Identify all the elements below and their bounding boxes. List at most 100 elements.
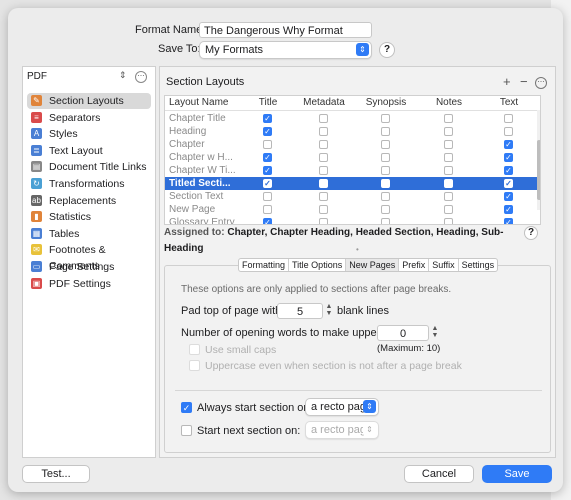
table-checkbox[interactable] [444, 153, 453, 162]
table-row[interactable]: Glossary Entry ✓ ✓ [165, 216, 540, 224]
table-row[interactable]: Titled Secti... ✓ ✓ [165, 177, 540, 190]
sidebar-item[interactable]: ▭ Page Settings [27, 259, 151, 275]
column-header[interactable]: Text [481, 96, 537, 110]
table-checkbox[interactable] [319, 192, 328, 201]
sidebar-item[interactable]: ✎ Section Layouts [27, 93, 151, 109]
table-checkbox[interactable] [504, 114, 513, 123]
table-checkbox[interactable] [381, 192, 390, 201]
cancel-button[interactable]: Cancel [404, 465, 474, 483]
table-checkbox[interactable] [381, 205, 390, 214]
sidebar-item[interactable]: ab Replacements [27, 193, 151, 209]
column-header[interactable]: Layout Name [169, 96, 239, 110]
table-checkbox[interactable] [381, 179, 390, 188]
table-checkbox[interactable]: ✓ [504, 140, 513, 149]
help-button[interactable]: ? [379, 42, 395, 58]
column-header[interactable]: Notes [420, 96, 478, 110]
sidebar-item[interactable]: ▤ Document Title Links [27, 159, 151, 175]
sidebar-item[interactable]: A Styles [27, 126, 151, 142]
table-checkbox[interactable] [319, 127, 328, 136]
uppercase-even-checkbox[interactable] [189, 360, 200, 371]
sidebar-item[interactable]: ≡ Separators [27, 110, 151, 126]
table-checkbox[interactable] [444, 140, 453, 149]
table-row[interactable]: Chapter w H... ✓ ✓ [165, 151, 540, 164]
opening-words-field[interactable]: 0 [377, 325, 429, 341]
assigned-help-button[interactable]: ? [524, 226, 538, 240]
table-checkbox[interactable] [319, 140, 328, 149]
sidebar-item[interactable]: ✉ Footnotes & Comments [27, 242, 151, 272]
table-checkbox[interactable]: ✓ [504, 153, 513, 162]
table-checkbox[interactable] [319, 114, 328, 123]
table-checkbox[interactable]: ✓ [504, 218, 513, 224]
table-checkbox[interactable] [444, 179, 453, 188]
table-checkbox[interactable]: ✓ [263, 179, 272, 188]
save-button[interactable]: Save [482, 465, 552, 483]
table-checkbox[interactable] [319, 218, 328, 224]
table-scrollbar-thumb[interactable] [537, 140, 540, 200]
table-checkbox[interactable]: ✓ [263, 153, 272, 162]
start-next-checkbox[interactable] [181, 425, 192, 436]
format-name-field[interactable]: The Dangerous Why Format [199, 22, 372, 38]
column-header[interactable]: Metadata [295, 96, 353, 110]
column-header[interactable]: Title [243, 96, 293, 110]
test-button[interactable]: Test... [22, 465, 90, 483]
table-checkbox[interactable] [319, 205, 328, 214]
opening-words-stepper[interactable]: ▲ ▼ [431, 325, 439, 339]
tab[interactable]: Settings [459, 259, 498, 271]
table-checkbox[interactable]: ✓ [263, 114, 272, 123]
split-handle[interactable]: • [356, 245, 359, 254]
table-checkbox[interactable]: ✓ [504, 205, 513, 214]
table-checkbox[interactable] [381, 114, 390, 123]
table-checkbox[interactable] [381, 127, 390, 136]
save-to-popup[interactable]: My Formats ⇕ [199, 41, 372, 59]
table-row[interactable]: Chapter W Ti... ✓ ✓ [165, 164, 540, 177]
pad-field[interactable]: 5 [277, 303, 323, 319]
table-checkbox[interactable] [319, 166, 328, 175]
table-row[interactable]: Chapter Title ✓ [165, 112, 540, 125]
tab[interactable]: Formatting [239, 259, 290, 271]
table-checkbox[interactable] [444, 192, 453, 201]
table-checkbox[interactable] [381, 140, 390, 149]
table-checkbox[interactable] [319, 179, 328, 188]
column-header[interactable]: Synopsis [355, 96, 417, 110]
start-next-popup[interactable]: a recto page ⇕ [305, 421, 379, 439]
tab[interactable]: Prefix [399, 259, 430, 271]
table-checkbox[interactable] [444, 127, 453, 136]
table-checkbox[interactable]: ✓ [263, 166, 272, 175]
sidebar-item[interactable]: ▦ Tables [27, 226, 151, 242]
table-checkbox[interactable] [444, 114, 453, 123]
add-icon[interactable]: + [503, 74, 511, 89]
table-checkbox[interactable] [381, 218, 390, 224]
sidebar-item[interactable]: ▮ Statistics [27, 209, 151, 225]
table-row[interactable]: Chapter ✓ [165, 138, 540, 151]
small-caps-checkbox[interactable] [189, 344, 200, 355]
table-row[interactable]: Section Text ✓ [165, 190, 540, 203]
tab[interactable]: New Pages [346, 259, 400, 271]
more-options-icon[interactable]: ⋯ [535, 77, 547, 89]
table-checkbox[interactable]: ✓ [504, 192, 513, 201]
remove-icon[interactable]: − [520, 74, 528, 89]
sidebar-filter[interactable]: PDF ⇕ ⋯ [27, 70, 151, 85]
table-checkbox[interactable] [263, 192, 272, 201]
table-checkbox[interactable] [319, 153, 328, 162]
table-checkbox[interactable] [444, 218, 453, 224]
tab[interactable]: Title Options [289, 259, 347, 271]
table-checkbox[interactable] [381, 166, 390, 175]
table-checkbox[interactable] [444, 205, 453, 214]
table-checkbox[interactable]: ✓ [263, 127, 272, 136]
always-start-popup[interactable]: a recto page ⇕ [305, 398, 379, 416]
table-checkbox[interactable] [444, 166, 453, 175]
table-checkbox[interactable] [381, 153, 390, 162]
table-row[interactable]: New Page ✓ [165, 203, 540, 216]
table-checkbox[interactable]: ✓ [504, 179, 513, 188]
more-options-icon[interactable]: ⋯ [135, 71, 147, 83]
tab[interactable]: Suffix [429, 259, 459, 271]
sidebar-item[interactable]: ▣ PDF Settings [27, 276, 151, 292]
sidebar-item[interactable]: ↻ Transformations [27, 176, 151, 192]
always-start-checkbox[interactable]: ✓ [181, 402, 192, 413]
sidebar-item[interactable]: ≣ Text Layout [27, 143, 151, 159]
table-checkbox[interactable] [263, 205, 272, 214]
table-checkbox[interactable]: ✓ [504, 166, 513, 175]
table-checkbox[interactable] [504, 127, 513, 136]
pad-stepper[interactable]: ▲ ▼ [325, 303, 333, 317]
table-checkbox[interactable] [263, 140, 272, 149]
